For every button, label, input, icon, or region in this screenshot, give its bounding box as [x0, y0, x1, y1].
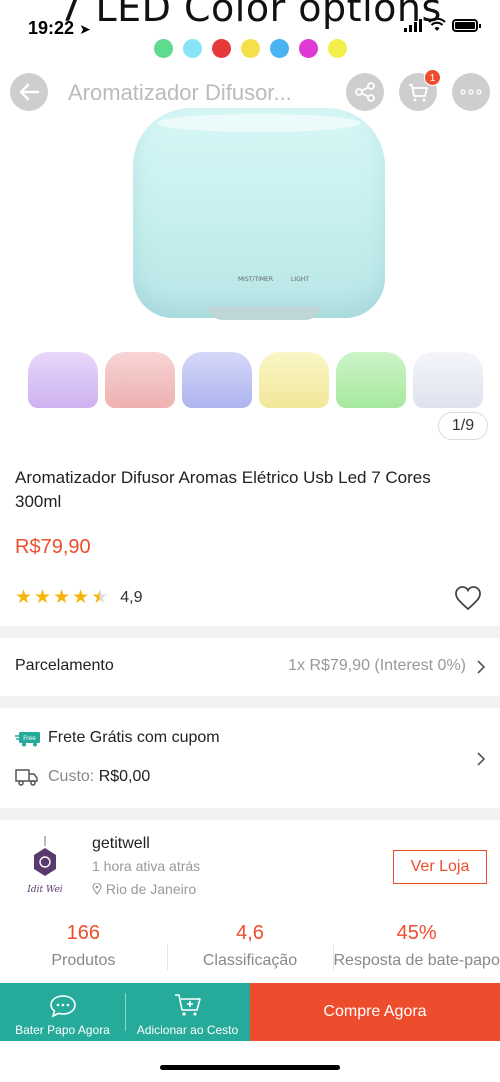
share-button[interactable] [346, 73, 384, 111]
product-price: R$79,90 [15, 536, 91, 558]
divider [0, 808, 500, 820]
product-rating: ★ ★ ★ ★ ★ 4,9 [15, 588, 142, 608]
buy-now-label: Compre Agora [323, 1003, 427, 1020]
diffuser-label-mist: MIST/TIMER [238, 276, 274, 283]
star-icon: ★ [53, 587, 71, 608]
diffuser-label-light: LIGHT [291, 276, 309, 283]
favorite-button[interactable] [454, 585, 482, 616]
cart-badge: 1 [424, 69, 441, 86]
star-icon: ★ [72, 587, 90, 608]
seller-active-status: 1 hora ativa atrás [92, 858, 201, 874]
seller-name: getitwell [92, 835, 150, 852]
product-image-carousel[interactable]: 7 LED Color options MIST/TIMER LIGHT 1/9 [0, 0, 500, 445]
seller-location: Rio de Janeiro [92, 881, 196, 897]
free-shipping-icon: Free [15, 732, 40, 747]
color-dot [211, 39, 231, 58]
location-pin-icon [92, 882, 102, 895]
chevron-right-icon [477, 660, 486, 674]
buy-now-button[interactable]: Compre Agora [250, 983, 500, 1041]
stat-label: Produtos [51, 952, 116, 969]
seller-stats: 166 Produtos 4,6 Classificação 45% Respo… [0, 922, 500, 970]
truck-icon [15, 769, 38, 786]
diffuser-image: MIST/TIMER LIGHT [133, 108, 385, 318]
shipping-cost-value: R$0,00 [98, 768, 151, 785]
divider [0, 626, 500, 638]
diffuser-top [157, 114, 361, 132]
back-button[interactable] [10, 73, 48, 111]
diffuser-base [208, 306, 320, 320]
color-dot [298, 39, 318, 58]
shipping-section[interactable]: Free Frete Grátis com cupom Custo: R$0,0… [0, 708, 500, 808]
divider [0, 696, 500, 708]
color-dot [269, 39, 289, 58]
share-icon [355, 82, 375, 102]
variant-thumb [105, 352, 175, 408]
stat-value: 166 [66, 922, 101, 944]
installments-label: Parcelamento [15, 657, 114, 674]
chevron-right-icon [477, 752, 486, 766]
color-dot [182, 39, 202, 58]
bottom-action-bar: Bater Papo Agora Adicionar ao Cesto Comp… [0, 983, 500, 1041]
seller-section: Idit Wei getitwell 1 hora ativa atrás Ri… [0, 822, 500, 982]
free-icon-text: Free [23, 735, 36, 742]
seller-location-text: Rio de Janeiro [105, 881, 197, 897]
variant-thumb [28, 352, 98, 408]
add-cart-icon [174, 994, 201, 1016]
shipping-cost: Custo: R$0,00 [48, 768, 150, 786]
seller-logo[interactable]: Idit Wei [20, 836, 70, 898]
clock: 19:22 [28, 18, 75, 38]
stat-rating: 4,6 Classificação [166, 922, 334, 970]
shipping-cost-label: Custo: [48, 768, 95, 785]
color-dot [240, 39, 260, 58]
chat-icon [49, 995, 76, 1018]
installments-row[interactable]: Parcelamento 1x R$79,90 (Interest 0%) [0, 640, 500, 694]
star-icon: ★ [34, 587, 52, 608]
arrow-left-icon [19, 83, 40, 101]
wifi-icon [428, 18, 446, 31]
home-indicator[interactable] [160, 1065, 340, 1070]
stat-value: 45% [396, 922, 437, 944]
nav-title: Aromatizador Difusor... [68, 80, 292, 105]
free-shipping-label: Frete Grátis com cupom [48, 729, 220, 746]
heart-icon [455, 586, 481, 611]
stat-label: Classificação [202, 952, 298, 969]
stat-label: Resposta de bate-papo [333, 952, 500, 969]
seller-logo-text: Idit Wei [26, 885, 63, 895]
color-variant-thumbs [28, 352, 483, 408]
status-icons [404, 18, 481, 32]
color-dots [0, 39, 500, 58]
half-star-icon: ★ [91, 587, 109, 608]
cart-button[interactable]: 1 [399, 69, 441, 111]
variant-thumb [413, 352, 483, 408]
chat-label: Bater Papo Agora [15, 1023, 110, 1037]
color-dot [327, 39, 347, 58]
location-arrow-icon: ➤ [79, 21, 91, 37]
signal-icon [404, 18, 422, 32]
rating-value: 4,9 [120, 589, 143, 606]
add-to-cart-label: Adicionar ao Cesto [136, 1023, 239, 1037]
image-counter: 1/9 [438, 412, 488, 440]
status-time: 19:22 ➤ [28, 18, 91, 39]
star-icon: ★ [15, 587, 33, 608]
add-to-cart-button[interactable]: Adicionar ao Cesto [125, 983, 250, 1041]
cart-icon [409, 84, 428, 102]
product-title: Aromatizador Difusor Aromas Elétrico Usb… [15, 468, 431, 511]
battery-icon [452, 18, 481, 32]
installments-value: 1x R$79,90 (Interest 0%) [288, 657, 466, 674]
variant-thumb [259, 352, 329, 408]
chat-button[interactable]: Bater Papo Agora [0, 983, 125, 1041]
more-button[interactable] [452, 73, 490, 111]
color-dot [153, 39, 173, 58]
variant-thumb [336, 352, 406, 408]
visit-store-button[interactable]: Ver Loja [393, 850, 487, 884]
more-icon [460, 89, 482, 95]
stat-value: 4,6 [236, 922, 264, 944]
stat-products: 166 Produtos [0, 922, 167, 970]
stat-chat-response: 45% Resposta de bate-papo [333, 922, 500, 970]
variant-thumb [182, 352, 252, 408]
